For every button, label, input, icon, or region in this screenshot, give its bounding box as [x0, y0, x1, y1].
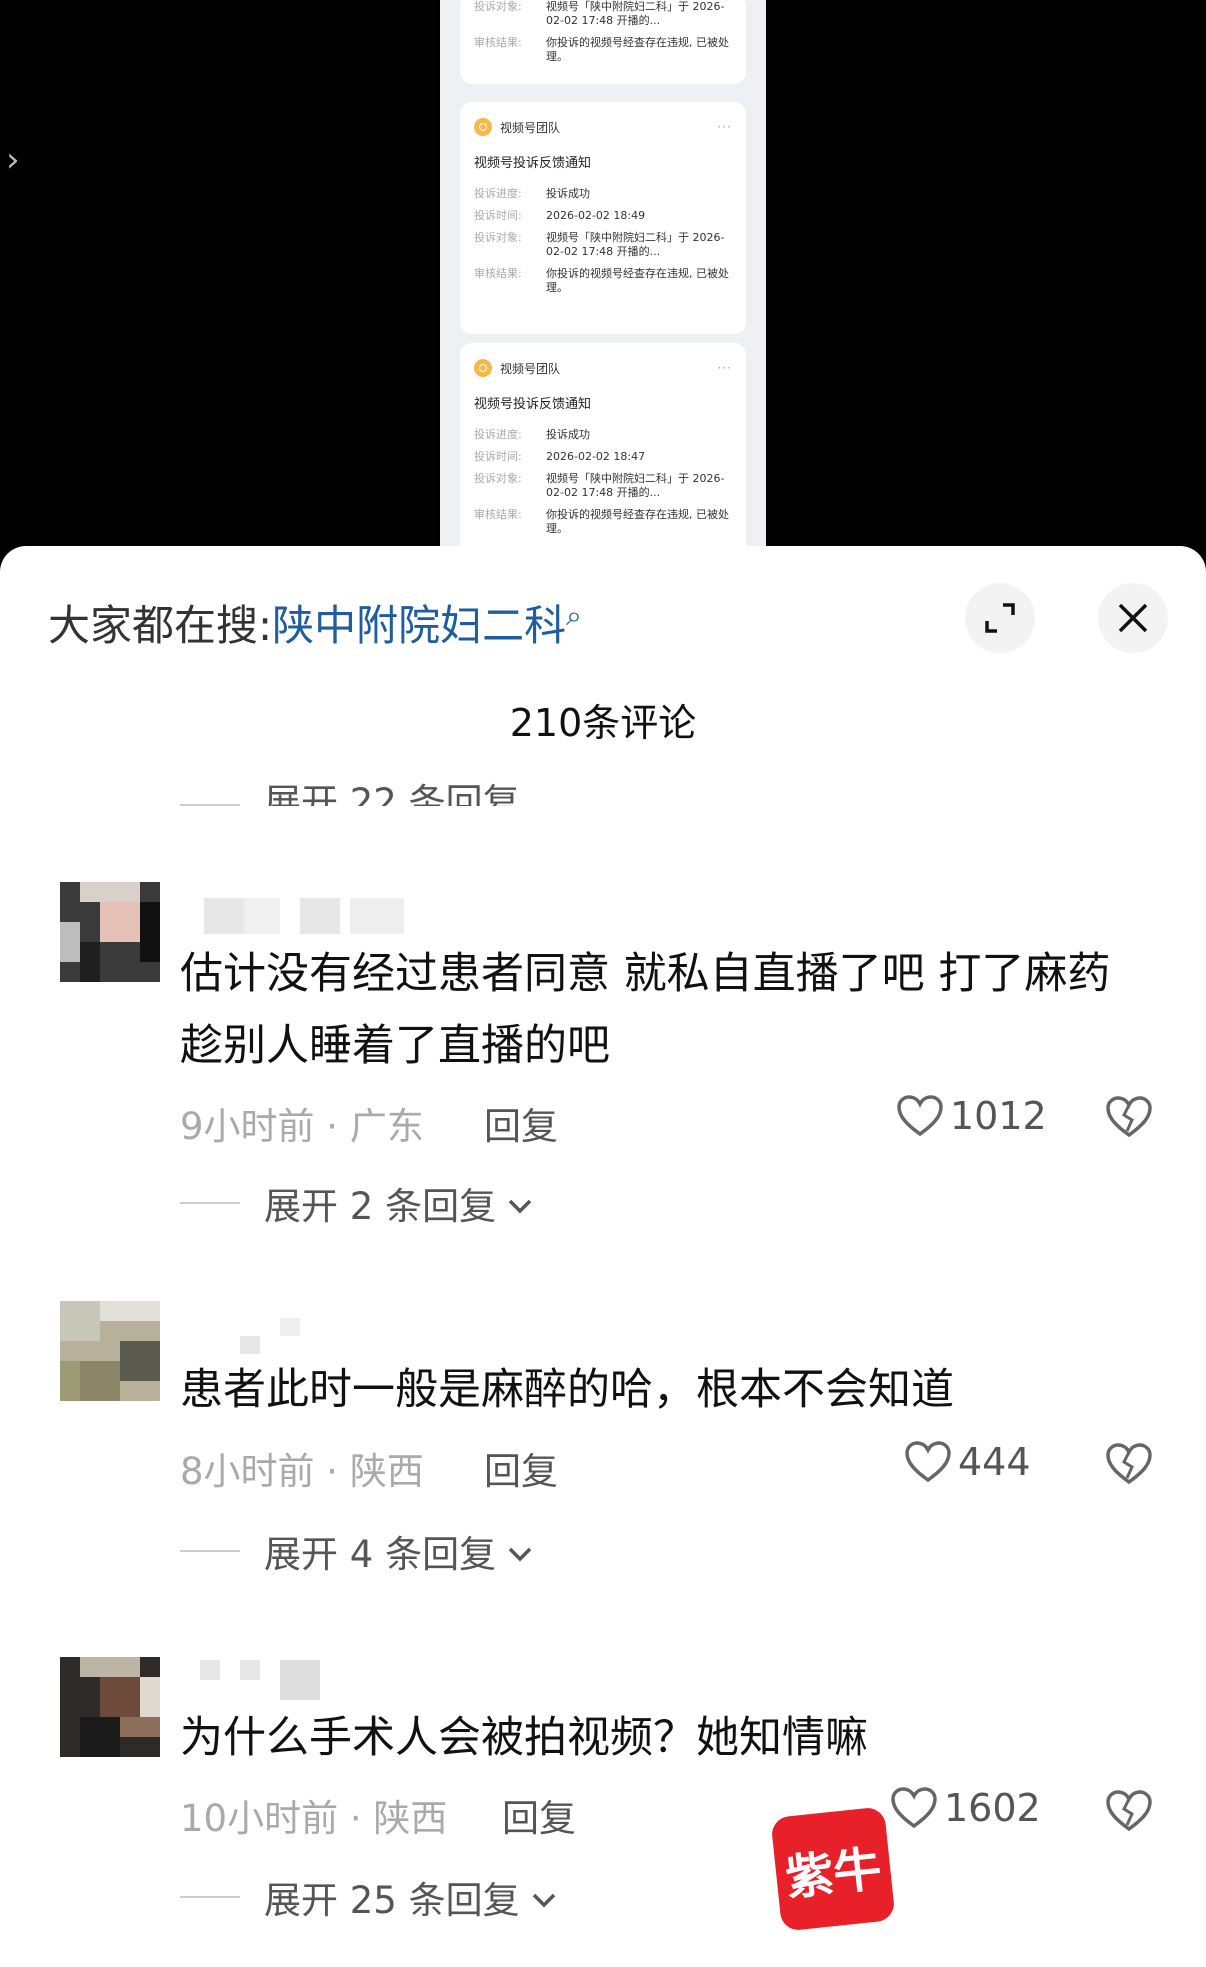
comment-text: 估计没有经过患者同意 就私自直播了吧 打了麻药趁别人睡着了直播的吧 — [180, 949, 1111, 1071]
more-icon: ··· — [717, 361, 732, 375]
row-key: 投诉对象: — [474, 0, 522, 13]
like-count: 444 — [958, 1440, 1031, 1484]
dislike-button[interactable] — [1105, 1442, 1153, 1490]
like-button[interactable]: 444 — [904, 1440, 1031, 1484]
close-button[interactable] — [1098, 583, 1168, 653]
row-key: 投诉对象: — [474, 231, 522, 244]
heart-icon — [891, 1787, 937, 1829]
expand-replies-button[interactable]: 展开 2 条回复 — [180, 1176, 534, 1230]
chevron-down-icon — [506, 1182, 534, 1225]
card-sender: 视频号团队 — [500, 361, 561, 376]
row-value: 视频号「陕中附院妇二科」于 2026-02-02 17:48 开播的... — [546, 0, 725, 27]
dislike-button[interactable] — [1105, 1789, 1153, 1837]
card-sender: 视频号团队 — [500, 120, 561, 135]
like-count: 1602 — [944, 1786, 1041, 1830]
comment-count-title: 210条评论 — [509, 701, 697, 745]
row-key: 投诉进度: — [474, 428, 522, 441]
expand-replies-label: 展开 4 条回复 — [264, 1533, 497, 1576]
broken-heart-icon — [1106, 1790, 1152, 1832]
reply-button[interactable]: 回复 — [502, 1788, 576, 1842]
card-title: 视频号投诉反馈通知 — [474, 397, 592, 412]
comment-meta: 10小时前 · 陕西 — [180, 1797, 448, 1840]
row-key: 投诉进度: — [474, 187, 522, 200]
channels-logo-icon — [474, 359, 492, 377]
search-suggestion[interactable]: 大家都在搜:陕中附院妇二科⌕ — [48, 592, 582, 653]
search-prefix: 大家都在搜: — [48, 601, 273, 650]
divider — [180, 1896, 240, 1898]
notice-card: 投诉对象: 视频号「陕中附院妇二科」于 2026-02-02 17:48 开播的.… — [460, 0, 746, 84]
row-value: 视频号「陕中附院妇二科」于 2026-02-02 17:48 开播的... — [546, 231, 725, 258]
divider — [180, 1550, 240, 1552]
divider — [180, 804, 240, 806]
search-keyword[interactable]: 陕中附院妇二科 — [272, 601, 566, 650]
expand-replies-label: 展开 22 条回复 — [264, 781, 520, 806]
row-value: 投诉成功 — [546, 428, 590, 441]
reply-button[interactable]: 回复 — [484, 1096, 558, 1150]
avatar[interactable] — [60, 1301, 160, 1401]
like-button[interactable]: 1602 — [890, 1786, 1041, 1830]
expand-replies-label: 展开 2 条回复 — [264, 1185, 497, 1228]
row-value: 你投诉的视频号经查存在违规, 已被处理。 — [546, 36, 729, 63]
like-count: 1012 — [950, 1094, 1047, 1138]
more-icon: ··· — [717, 120, 732, 134]
search-icon: ⌕ — [566, 599, 582, 632]
comment-meta: 8小时前 · 陕西 — [180, 1450, 424, 1493]
row-key: 投诉时间: — [474, 450, 522, 463]
comment-text: 患者此时一般是麻醉的哈，根本不会知道 — [180, 1365, 954, 1415]
row-key: 审核结果: — [474, 267, 522, 280]
divider — [180, 1202, 240, 1204]
reply-button[interactable]: 回复 — [484, 1441, 558, 1495]
row-value: 2026-02-02 18:47 — [546, 450, 646, 463]
heart-icon — [905, 1441, 951, 1483]
card-title: 视频号投诉反馈通知 — [474, 156, 592, 171]
expand-replies-label: 展开 25 条回复 — [264, 1879, 520, 1922]
chevron-down-icon — [506, 1530, 534, 1573]
expand-replies-button[interactable]: 展开 22 条回复 — [180, 766, 520, 806]
row-key: 投诉时间: — [474, 209, 522, 222]
dislike-button[interactable] — [1105, 1095, 1153, 1143]
chevron-down-icon — [530, 1876, 558, 1919]
close-icon — [1118, 603, 1148, 633]
comment-meta: 9小时前 · 广东 — [180, 1105, 424, 1148]
broken-heart-icon — [1106, 1443, 1152, 1485]
row-value: 视频号「陕中附院妇二科」于 2026-02-02 17:48 开播的... — [546, 472, 725, 499]
expand-button[interactable] — [965, 583, 1035, 653]
expand-replies-button[interactable]: 展开 4 条回复 — [180, 1524, 534, 1578]
row-key: 审核结果: — [474, 36, 522, 49]
row-value: 你投诉的视频号经查存在违规, 已被处理。 — [546, 508, 729, 535]
watermark-logo: 紫牛 — [770, 1806, 896, 1932]
row-key: 投诉对象: — [474, 472, 522, 485]
avatar[interactable] — [60, 882, 160, 982]
avatar[interactable] — [60, 1657, 160, 1757]
row-key: 审核结果: — [474, 508, 522, 521]
expand-replies-button[interactable]: 展开 25 条回复 — [180, 1870, 558, 1924]
notice-card: 视频号团队 ··· 视频号投诉反馈通知 投诉进度: 投诉成功 投诉时间: 2026-0… — [460, 343, 746, 560]
notice-card: 视频号团队 ··· 视频号投诉反馈通知 投诉进度: 投诉成功 投诉时间: 2026-0… — [460, 102, 746, 334]
comment-text: 为什么手术人会被拍视频？她知情嘛 — [180, 1713, 868, 1763]
expand-icon — [985, 603, 1015, 633]
row-value: 你投诉的视频号经查存在违规, 已被处理。 — [546, 267, 729, 294]
comment-sheet: 大家都在搜:陕中附院妇二科⌕ 210条评论 展开 22 条回复 估计没有经过患者… — [0, 546, 1206, 1967]
row-value: 2026-02-02 18:49 — [546, 209, 646, 222]
like-button[interactable]: 1012 — [896, 1094, 1047, 1138]
heart-icon — [897, 1095, 943, 1137]
screenshot-in-video: 投诉对象: 视频号「陕中附院妇二科」于 2026-02-02 17:48 开播的.… — [440, 0, 766, 560]
row-value: 投诉成功 — [546, 187, 590, 200]
broken-heart-icon — [1106, 1096, 1152, 1138]
chevron-right-icon[interactable]: › — [6, 140, 20, 180]
video-area[interactable]: › 投诉对象: 视频号「陕中附院妇二科」于 2026-02-02 17:48 开播… — [0, 0, 1206, 560]
channels-logo-icon — [474, 118, 492, 136]
